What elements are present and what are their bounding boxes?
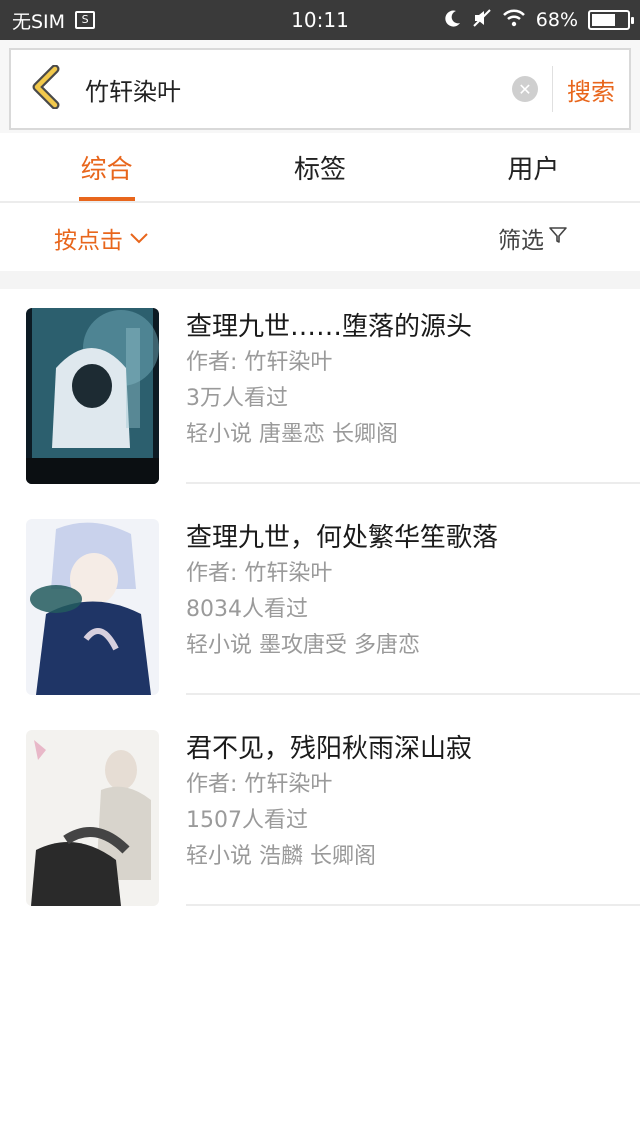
filter-bar: 按点击 筛选 xyxy=(0,205,640,271)
chevron-down-icon xyxy=(129,225,149,251)
item-title: 查理九世……堕落的源头 xyxy=(186,312,473,342)
filter-label: 筛选 xyxy=(498,228,544,254)
moon-icon xyxy=(444,9,462,32)
item-divider xyxy=(186,482,640,484)
results-list: 查理九世……堕落的源头 作者: 竹轩染叶 3万人看过 轻小说 唐墨恋 长卿阁 查… xyxy=(0,289,640,922)
item-info: 查理九世……堕落的源头 作者: 竹轩染叶 3万人看过 轻小说 唐墨恋 长卿阁 xyxy=(186,309,640,453)
item-tags: 轻小说 浩麟 长卿阁 xyxy=(186,844,376,869)
list-item[interactable]: 查理九世，何处繁华笙歌落 作者: 竹轩染叶 8034人看过 轻小说 墨攻唐受 多… xyxy=(0,500,640,711)
sim-icon: S xyxy=(75,11,96,29)
back-arrow-icon xyxy=(29,64,63,113)
item-divider xyxy=(186,904,640,906)
battery-percent: 68% xyxy=(535,9,578,31)
search-button[interactable]: 搜索 xyxy=(553,72,629,107)
section-divider xyxy=(0,271,640,289)
status-left: 无SIM S xyxy=(12,7,96,34)
list-item[interactable]: 君不见，残阳秋雨深山寂 作者: 竹轩染叶 1507人看过 轻小说 浩麟 长卿阁 xyxy=(0,711,640,922)
item-title: 查理九世，何处繁华笙歌落 xyxy=(186,523,499,553)
book-cover xyxy=(26,730,159,906)
tab-tags[interactable]: 标签 xyxy=(213,133,426,201)
list-item[interactable]: 查理九世……堕落的源头 作者: 竹轩染叶 3万人看过 轻小说 唐墨恋 长卿阁 xyxy=(0,289,640,500)
back-button[interactable] xyxy=(11,50,81,128)
item-title: 君不见，残阳秋雨深山寂 xyxy=(186,734,473,764)
tab-comprehensive[interactable]: 综合 xyxy=(0,133,213,201)
item-info: 查理九世，何处繁华笙歌落 作者: 竹轩染叶 8034人看过 轻小说 墨攻唐受 多… xyxy=(186,520,640,664)
sort-dropdown[interactable]: 按点击 xyxy=(54,221,149,255)
status-right: 68% xyxy=(444,8,634,33)
book-cover xyxy=(26,308,159,484)
search-input[interactable]: 竹轩染叶 xyxy=(81,72,512,107)
carrier-label: 无SIM xyxy=(12,10,66,33)
item-author: 作者: 竹轩染叶 xyxy=(186,561,333,586)
item-author: 作者: 竹轩染叶 xyxy=(186,772,333,797)
item-views: 3万人看过 xyxy=(186,386,288,411)
item-divider xyxy=(186,693,640,695)
mute-icon xyxy=(472,8,492,33)
item-info: 君不见，残阳秋雨深山寂 作者: 竹轩染叶 1507人看过 轻小说 浩麟 长卿阁 xyxy=(186,731,640,875)
sort-label: 按点击 xyxy=(54,228,123,254)
wifi-icon xyxy=(502,9,526,32)
item-author: 作者: 竹轩染叶 xyxy=(186,350,333,375)
battery-fill xyxy=(592,14,616,26)
item-views: 8034人看过 xyxy=(186,597,308,622)
book-cover xyxy=(26,519,159,695)
funnel-icon xyxy=(548,225,568,251)
tab-users[interactable]: 用户 xyxy=(427,133,640,201)
search-bar: 竹轩染叶 ✕ 搜索 xyxy=(9,48,631,130)
filter-button[interactable]: 筛选 xyxy=(498,221,568,255)
tab-bar: 综合 标签 用户 xyxy=(0,133,640,203)
item-views: 1507人看过 xyxy=(186,808,308,833)
item-tags: 轻小说 墨攻唐受 多唐恋 xyxy=(186,633,420,658)
battery-icon xyxy=(588,10,634,30)
clear-search-button[interactable]: ✕ xyxy=(512,76,538,102)
item-tags: 轻小说 唐墨恋 长卿阁 xyxy=(186,422,398,447)
status-bar: 无SIM S 10:11 68% xyxy=(0,0,640,40)
close-icon: ✕ xyxy=(518,79,532,99)
